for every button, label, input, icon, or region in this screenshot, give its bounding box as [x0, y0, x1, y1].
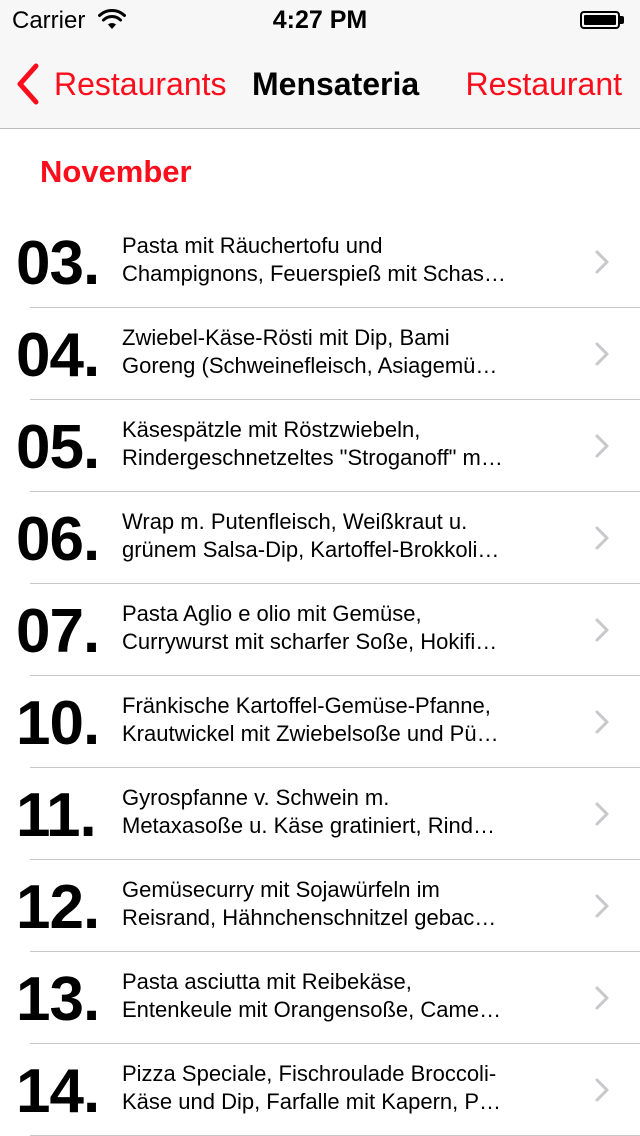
menu-line-1: Fränkische Kartoffel-Gemüse-Pfanne,	[122, 693, 491, 718]
menu-day: 13.	[16, 965, 100, 1034]
battery-icon	[580, 11, 626, 29]
chevron-right-icon	[595, 342, 609, 366]
menu-row[interactable]: 12. Gemüsecurry mit Sojawürfeln im Reisr…	[0, 860, 640, 952]
navigation-bar: Restaurants Mensateria Restaurant	[0, 40, 640, 128]
menu-day: 06.	[16, 505, 100, 574]
menu-row[interactable]: 11. Gyrospfanne v. Schwein m. Metaxasoße…	[0, 768, 640, 860]
menu-description: Gyrospfanne v. Schwein m. Metaxasoße u. …	[122, 784, 562, 840]
chevron-right-icon	[595, 434, 609, 458]
top-bar: Carrier 4:27 PM Restaurants Mensateria R…	[0, 0, 640, 129]
menu-line-2: grünem Salsa-Dip, Kartoffel-Brokkoli…	[122, 537, 500, 562]
menu-line-1: Zwiebel-Käse-Rösti mit Dip, Bami	[122, 325, 450, 350]
menu-day: 10.	[16, 689, 100, 758]
chevron-right-icon	[595, 710, 609, 734]
back-button-label: Restaurants	[54, 66, 227, 102]
menu-day: 07.	[16, 597, 100, 666]
menu-line-1: Käsespätzle mit Röstzwiebeln,	[122, 417, 421, 442]
menu-description: Fränkische Kartoffel-Gemüse-Pfanne, Krau…	[122, 692, 562, 748]
status-time: 4:27 PM	[272, 6, 368, 34]
screen: Carrier 4:27 PM Restaurants Mensateria R…	[0, 0, 640, 1136]
menu-line-2: Goreng (Schweinefleisch, Asiagemü…	[122, 353, 498, 378]
chevron-right-icon	[595, 250, 609, 274]
status-bar: Carrier 4:27 PM	[0, 0, 640, 40]
menu-line-2: Krautwickel mit Zwiebelsoße und Pü…	[122, 721, 499, 746]
menu-description: Pasta asciutta mit Reibekäse, Entenkeule…	[122, 968, 562, 1024]
menu-day: 03.	[16, 229, 100, 298]
menu-line-2: Metaxasoße u. Käse gratiniert, Rind…	[122, 813, 495, 838]
menu-day: 04.	[16, 321, 100, 390]
menu-line-1: Gyrospfanne v. Schwein m.	[122, 785, 390, 810]
menu-row[interactable]: 06. Wrap m. Putenfleisch, Weißkraut u. g…	[0, 492, 640, 584]
chevron-right-icon	[595, 618, 609, 642]
menu-line-1: Pasta Aglio e olio mit Gemüse,	[122, 601, 422, 626]
chevron-right-icon	[595, 1078, 609, 1102]
menu-line-1: Pasta asciutta mit Reibekäse,	[122, 969, 412, 994]
menu-line-2: Rindergeschnetzeltes "Stroganoff" m…	[122, 445, 503, 470]
section-header-month: November	[40, 154, 192, 189]
restaurant-button[interactable]: Restaurant	[465, 62, 622, 106]
chevron-left-icon	[17, 63, 39, 105]
menu-description: Pasta Aglio e olio mit Gemüse, Currywurs…	[122, 600, 562, 656]
menu-line-2: Champignons, Feuerspieß mit Schas…	[122, 261, 506, 286]
menu-description: Pizza Speciale, Fischroulade Broccoli- K…	[122, 1060, 562, 1116]
menu-day: 11.	[16, 781, 97, 850]
menu-day: 05.	[16, 413, 100, 482]
menu-description: Käsespätzle mit Röstzwiebeln, Rindergesc…	[122, 416, 562, 472]
menu-line-2: Currywurst mit scharfer Soße, Hokifi…	[122, 629, 498, 654]
menu-row[interactable]: 10. Fränkische Kartoffel-Gemüse-Pfanne, …	[0, 676, 640, 768]
menu-description: Pasta mit Räuchertofu und Champignons, F…	[122, 232, 562, 288]
menu-row[interactable]: 07. Pasta Aglio e olio mit Gemüse, Curry…	[0, 584, 640, 676]
menu-line-1: Wrap m. Putenfleisch, Weißkraut u.	[122, 509, 468, 534]
menu-description: Gemüsecurry mit Sojawürfeln im Reisrand,…	[122, 876, 562, 932]
page-title: Mensateria	[252, 66, 420, 102]
menu-row[interactable]: 03. Pasta mit Räuchertofu und Champignon…	[0, 216, 640, 308]
menu-description: Wrap m. Putenfleisch, Weißkraut u. grüne…	[122, 508, 562, 564]
menu-row[interactable]: 14. Pizza Speciale, Fischroulade Broccol…	[0, 1044, 640, 1136]
menu-line-1: Gemüsecurry mit Sojawürfeln im	[122, 877, 440, 902]
chevron-right-icon	[595, 526, 609, 550]
chevron-right-icon	[595, 986, 609, 1010]
menu-description: Zwiebel-Käse-Rösti mit Dip, Bami Goreng …	[122, 324, 562, 380]
menu-line-2: Reisrand, Hähnchenschnitzel gebac…	[122, 905, 497, 930]
menu-row[interactable]: 04. Zwiebel-Käse-Rösti mit Dip, Bami Gor…	[0, 308, 640, 400]
menu-row[interactable]: 13. Pasta asciutta mit Reibekäse, Entenk…	[0, 952, 640, 1044]
chevron-right-icon	[595, 894, 609, 918]
menu-day: 14.	[16, 1057, 100, 1126]
back-button[interactable]: Restaurants	[14, 62, 227, 106]
menu-day: 12.	[16, 873, 100, 942]
menu-line-1: Pasta mit Räuchertofu und	[122, 233, 383, 258]
menu-row[interactable]: 05. Käsespätzle mit Röstzwiebeln, Rinder…	[0, 400, 640, 492]
chevron-right-icon	[595, 802, 609, 826]
menu-line-2: Entenkeule mit Orangensoße, Came…	[122, 997, 502, 1022]
menu-list: 03. Pasta mit Räuchertofu und Champignon…	[0, 216, 640, 1136]
menu-line-1: Pizza Speciale, Fischroulade Broccoli-	[122, 1061, 497, 1086]
menu-line-2: Käse und Dip, Farfalle mit Kapern, P…	[122, 1089, 502, 1114]
